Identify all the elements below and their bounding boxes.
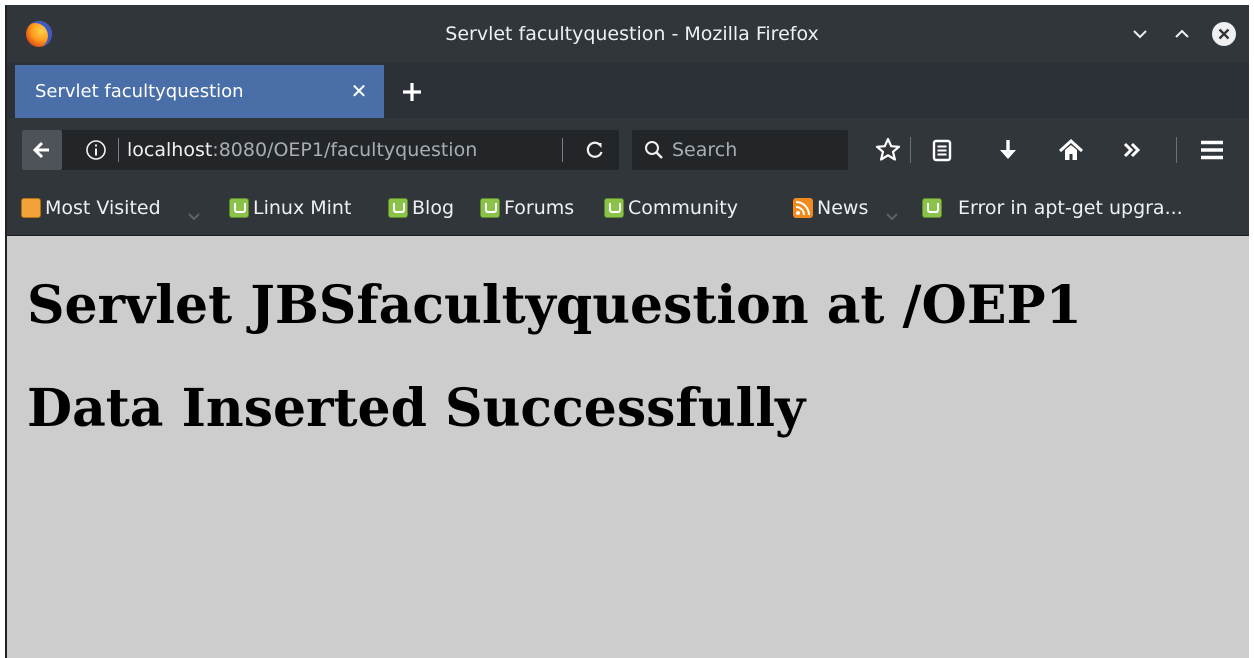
bookmark-error-apt-get[interactable]: Error in apt-get upgra... <box>922 196 1202 220</box>
window-title: Servlet facultyquestion - Mozilla Firefo… <box>445 23 819 45</box>
back-icon[interactable] <box>22 130 62 170</box>
linux-mint-icon <box>388 198 408 218</box>
bookmark-news[interactable]: News <box>793 196 905 221</box>
linux-mint-icon <box>604 198 624 218</box>
bookmark-label: News <box>817 197 869 219</box>
bookmark-label: Community <box>628 197 738 219</box>
chevron-down-icon <box>187 204 201 221</box>
bookmarks-toolbar: Most Visited Linux Mint Blog Forums Comm… <box>5 181 1249 236</box>
info-icon[interactable] <box>85 139 107 161</box>
bookmark-most-visited[interactable]: Most Visited <box>21 196 203 221</box>
toolbar-divider <box>1176 137 1177 163</box>
search-icon <box>643 139 665 161</box>
title-bar: Servlet facultyquestion - Mozilla Firefo… <box>5 5 1249 63</box>
tab-label: Servlet facultyquestion <box>35 81 244 102</box>
reading-list-icon[interactable] <box>927 135 957 165</box>
success-message: Data Inserted Successfully <box>27 378 806 439</box>
toolbar-divider <box>910 137 911 163</box>
search-input[interactable] <box>672 138 837 162</box>
linux-mint-icon <box>229 198 249 218</box>
download-icon[interactable] <box>993 135 1023 165</box>
tab-close-icon[interactable]: ✕ <box>349 80 369 102</box>
tab-strip: Servlet facultyquestion ✕ <box>5 63 1249 118</box>
url-path: :8080/OEP1/facultyquestion <box>212 139 478 161</box>
minimize-icon[interactable] <box>1127 21 1153 47</box>
home-icon[interactable] <box>1056 135 1086 165</box>
folder-icon <box>21 198 41 218</box>
bookmark-forums[interactable]: Forums <box>480 196 590 220</box>
linux-mint-icon <box>922 198 942 218</box>
url-divider <box>118 138 119 162</box>
bookmark-label: Forums <box>504 197 575 219</box>
url-text[interactable]: localhost:8080/OEP1/facultyquestion <box>127 139 477 161</box>
url-host: localhost <box>127 139 213 161</box>
window-border <box>5 5 7 658</box>
url-bar[interactable]: localhost:8080/OEP1/facultyquestion <box>22 130 619 170</box>
linux-mint-icon <box>480 198 500 218</box>
bookmark-blog[interactable]: Blog <box>388 196 463 220</box>
overflow-icon[interactable] <box>1117 135 1147 165</box>
nav-toolbar: localhost:8080/OEP1/facultyquestion <box>5 118 1249 181</box>
bookmark-label: Most Visited <box>45 197 161 219</box>
menu-icon[interactable] <box>1197 135 1227 165</box>
reload-icon[interactable] <box>584 139 606 161</box>
bookmark-label: Linux Mint <box>253 197 352 219</box>
page-content: Servlet JBSfacultyquestion at /OEP1 Data… <box>5 236 1249 658</box>
bookmark-linux-mint[interactable]: Linux Mint <box>229 196 371 220</box>
star-icon[interactable] <box>873 135 903 165</box>
plus-icon[interactable] <box>395 75 429 109</box>
chevron-down-icon <box>885 204 899 221</box>
tab-servlet-facultyquestion[interactable]: Servlet facultyquestion ✕ <box>15 65 384 118</box>
close-icon[interactable] <box>1211 21 1237 47</box>
rss-icon <box>793 198 813 218</box>
bookmark-community[interactable]: Community <box>604 196 756 220</box>
browser-window: Servlet facultyquestion - Mozilla Firefo… <box>5 5 1249 658</box>
search-box[interactable] <box>632 130 848 170</box>
maximize-icon[interactable] <box>1169 21 1195 47</box>
bookmark-label: Error in apt-get upgra... <box>958 197 1183 219</box>
bookmark-label: Blog <box>412 197 454 219</box>
url-divider <box>562 138 563 162</box>
page-heading: Servlet JBSfacultyquestion at /OEP1 <box>27 275 1082 336</box>
